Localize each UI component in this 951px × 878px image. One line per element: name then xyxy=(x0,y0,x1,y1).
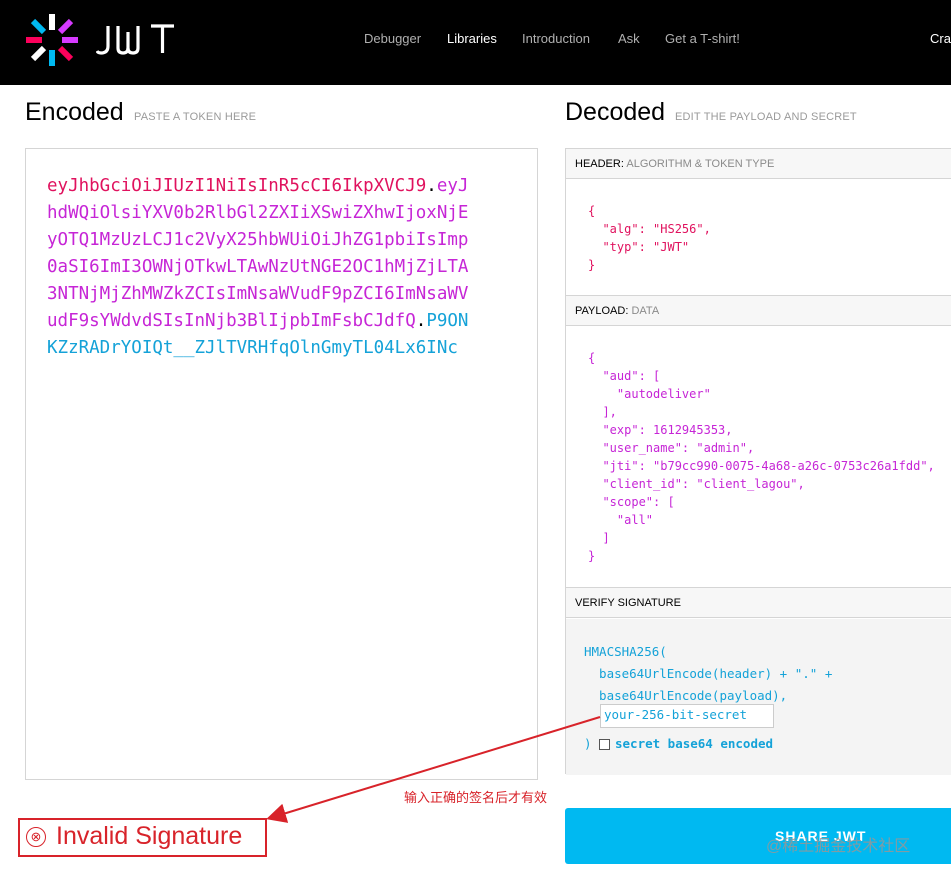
payload-panel-heading: PAYLOAD: DATA xyxy=(566,296,951,326)
verify-code: HMACSHA256( base64UrlEncode(header) + ".… xyxy=(584,641,832,707)
secret-base64-label[interactable]: secret base64 encoded xyxy=(615,736,773,751)
jwt-logo-icon[interactable] xyxy=(24,12,80,68)
decoded-subtitle: EDIT THE PAYLOAD AND SECRET xyxy=(675,111,857,123)
token-payload-part: eyJhdWQiOlsiYXV0b2RlbGl2ZXIiXSwiZXhwIjox… xyxy=(47,176,469,331)
payload-label: PAYLOAD: xyxy=(575,305,629,317)
verify-panel-heading: VERIFY SIGNATURE xyxy=(566,588,951,618)
header-json-editor[interactable]: { "alg": "HS256", "typ": "JWT" } xyxy=(588,202,711,274)
nav-ask[interactable]: Ask xyxy=(618,31,640,46)
header-sublabel: ALGORITHM & TOKEN TYPE xyxy=(626,158,775,170)
token-header-part: eyJhbGciOiJIUzI1NiIsInR5cCI6IkpXVCJ9 xyxy=(47,176,427,196)
verify-signature-panel: VERIFY SIGNATURE HMACSHA256( base64UrlEn… xyxy=(565,587,951,775)
invalid-signature-status: ⊗ Invalid Signature xyxy=(18,818,267,857)
watermark: @稀土掘金技术社区 xyxy=(766,838,911,855)
verify-close-paren: ) xyxy=(584,736,592,751)
header-label: HEADER: xyxy=(575,158,624,170)
secret-input[interactable]: your-256-bit-secret xyxy=(600,704,774,728)
nav-debugger[interactable]: Debugger xyxy=(364,31,421,46)
payload-json-editor[interactable]: { "aud": [ "autodeliver" ], "exp": 16129… xyxy=(588,349,935,565)
encoded-subtitle: PASTE A TOKEN HERE xyxy=(134,111,257,123)
jwt-wordmark xyxy=(96,24,174,55)
payload-sublabel: DATA xyxy=(631,305,660,317)
verify-body: HMACSHA256( base64UrlEncode(header) + ".… xyxy=(566,619,951,775)
nav-introduction[interactable]: Introduction xyxy=(522,31,590,46)
nav-crafted-by[interactable]: Cra xyxy=(930,31,951,46)
nav-get-tshirt[interactable]: Get a T-shirt! xyxy=(665,31,740,46)
decoded-title: Decoded xyxy=(565,98,666,126)
token-dot: . xyxy=(426,176,437,196)
nav-libraries[interactable]: Libraries xyxy=(447,31,497,46)
payload-panel: PAYLOAD: DATA { "aud": [ "autodeliver" ]… xyxy=(565,295,951,588)
top-navbar: Debugger Libraries Introduction Ask Get … xyxy=(0,0,951,85)
encoded-title: Encoded xyxy=(25,98,124,126)
header-panel: HEADER: ALGORITHM & TOKEN TYPE { "alg": … xyxy=(565,148,951,296)
token-text[interactable]: eyJhbGciOiJIUzI1NiIsInR5cCI6IkpXVCJ9.eyJ… xyxy=(47,173,477,362)
header-panel-heading: HEADER: ALGORITHM & TOKEN TYPE xyxy=(566,149,951,179)
verify-line-2: base64UrlEncode(header) + "." + xyxy=(584,666,833,681)
encoded-token-editor[interactable]: eyJhbGciOiJIUzI1NiIsInR5cCI6IkpXVCJ9.eyJ… xyxy=(25,148,538,780)
verify-line-1: HMACSHA256( xyxy=(584,644,667,659)
secret-base64-checkbox[interactable] xyxy=(599,739,610,750)
annotation-note: 输入正确的签名后才有效 xyxy=(404,790,548,805)
invalid-signature-text: Invalid Signature xyxy=(56,822,243,850)
token-dot: . xyxy=(415,311,427,331)
close-circle-icon: ⊗ xyxy=(26,827,46,847)
